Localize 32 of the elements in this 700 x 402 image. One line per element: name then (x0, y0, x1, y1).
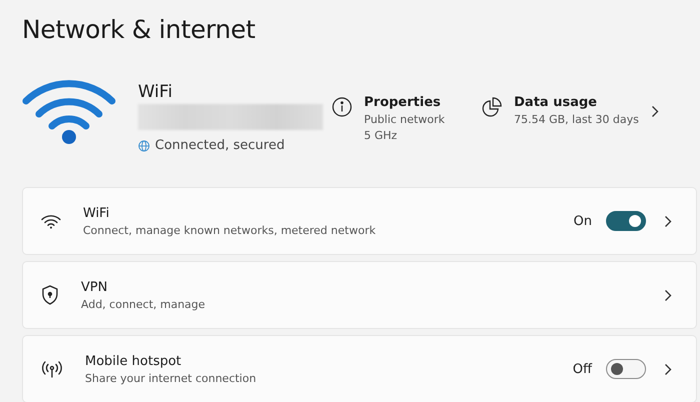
pie-chart-icon (482, 97, 502, 117)
hotspot-icon (41, 360, 63, 378)
toggle-status: Off (572, 362, 592, 376)
chevron-icon (664, 288, 672, 302)
connection-status: Connected, secured (155, 138, 285, 153)
network-type: WiFi (138, 82, 174, 102)
setting-description: Share your internet connection (85, 372, 258, 384)
property-value: 5 GHz (364, 128, 398, 144)
setting-description: Add, connect, manage (81, 298, 206, 310)
chevron-icon (664, 362, 672, 376)
chevron-icon (664, 214, 672, 228)
settings-card[interactable]: WiFi Connect, manage known networks, metered network On (22, 187, 697, 255)
globe-icon (138, 140, 150, 152)
wifi-icon (22, 77, 116, 145)
setting-title: VPN (81, 280, 108, 294)
setting-title: Mobile hotspot (85, 354, 182, 368)
settings-card[interactable]: VPN Add, connect, manage (22, 261, 697, 329)
setting-title: WiFi (83, 206, 110, 220)
settings-card[interactable]: Mobile hotspot Share your internet connection Off (22, 335, 697, 402)
page-title: Network & internet (22, 14, 256, 46)
wifi-icon (41, 214, 61, 228)
properties-title: Properties (364, 95, 442, 110)
setting-description: Connect, manage known networks, metered network (83, 224, 377, 236)
info-icon (332, 97, 352, 117)
toggle-switch[interactable] (606, 211, 646, 231)
data-usage-title: Data usage (514, 95, 598, 110)
shield-lock-icon (41, 285, 59, 305)
property-value: Public network (364, 112, 445, 128)
data-usage-detail: 75.54 GB, last 30 days (514, 112, 639, 128)
toggle-status: On (574, 214, 592, 228)
toggle-switch[interactable] (606, 359, 646, 379)
chevron-icon (650, 105, 659, 118)
